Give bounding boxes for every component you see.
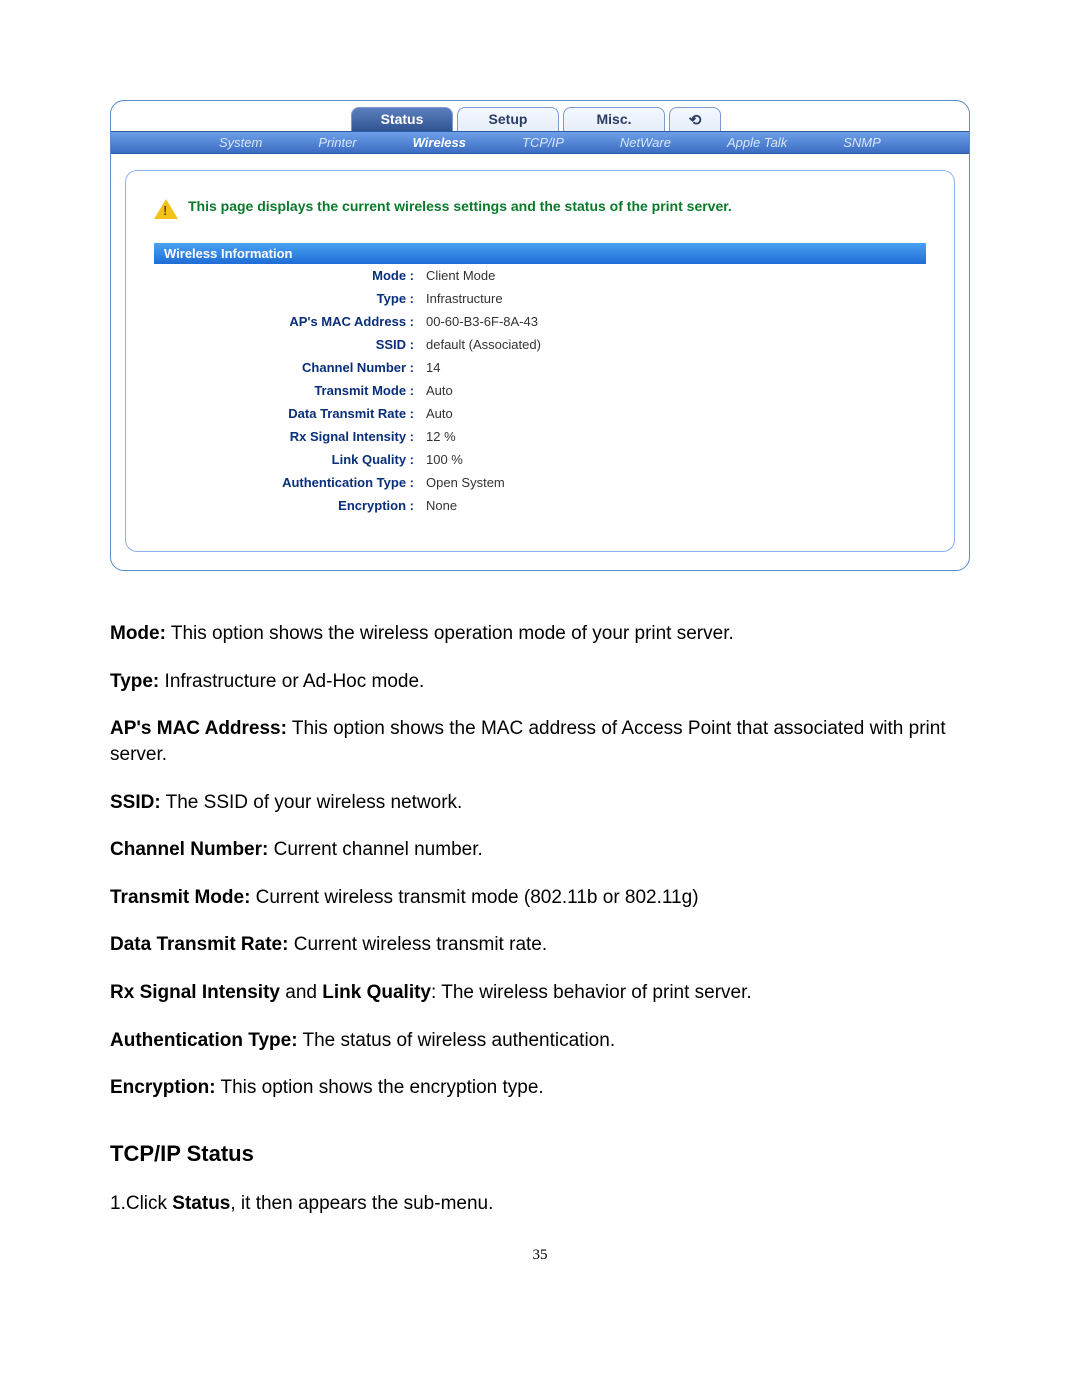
label-type: Type : (154, 287, 420, 310)
para-ssid: SSID: The SSID of your wireless network. (110, 790, 970, 816)
admin-screenshot: Status Setup Misc. ⟲ System Printer Wire… (110, 100, 970, 571)
label-rx-signal: Rx Signal Intensity : (154, 425, 420, 448)
subtab-printer[interactable]: Printer (290, 135, 384, 150)
value-rx-signal: 12 % (420, 425, 926, 448)
value-link-quality: 100 % (420, 448, 926, 471)
subtab-tcpip[interactable]: TCP/IP (494, 135, 592, 150)
value-tx-mode: Auto (420, 379, 926, 402)
row-tx-rate: Data Transmit Rate : Auto (154, 402, 926, 425)
intro-row: ! This page displays the current wireles… (154, 197, 926, 221)
para-tx-rate: Data Transmit Rate: Current wireless tra… (110, 932, 970, 958)
tab-reboot-icon[interactable]: ⟲ (669, 107, 721, 131)
row-mode: Mode : Client Mode (154, 264, 926, 287)
label-mode: Mode : (154, 264, 420, 287)
subtab-appletalk[interactable]: Apple Talk (699, 135, 815, 150)
label-auth-type: Authentication Type : (154, 471, 420, 494)
row-ssid: SSID : default (Associated) (154, 333, 926, 356)
para-type: Type: Infrastructure or Ad-Hoc mode. (110, 669, 970, 695)
tab-setup[interactable]: Setup (457, 107, 559, 131)
row-tx-mode: Transmit Mode : Auto (154, 379, 926, 402)
label-link-quality: Link Quality : (154, 448, 420, 471)
subtab-snmp[interactable]: SNMP (815, 135, 909, 150)
label-channel: Channel Number : (154, 356, 420, 379)
document-body: Mode: This option shows the wireless ope… (110, 621, 970, 1217)
main-tabs: Status Setup Misc. ⟲ (111, 101, 969, 131)
label-tx-rate: Data Transmit Rate : (154, 402, 420, 425)
para-channel: Channel Number: Current channel number. (110, 837, 970, 863)
step-1: 1.Click Status, it then appears the sub-… (110, 1191, 970, 1217)
row-encryption: Encryption : None (154, 494, 926, 517)
subtab-wireless[interactable]: Wireless (385, 135, 494, 150)
tab-status[interactable]: Status (351, 107, 453, 131)
value-auth-type: Open System (420, 471, 926, 494)
intro-text: This page displays the current wireless … (188, 197, 732, 216)
section-header: Wireless Information (154, 243, 926, 264)
value-type: Infrastructure (420, 287, 926, 310)
value-tx-rate: Auto (420, 402, 926, 425)
row-type: Type : Infrastructure (154, 287, 926, 310)
page-number: 35 (110, 1247, 970, 1264)
para-ap-mac: AP's MAC Address: This option shows the … (110, 716, 970, 767)
para-encryption: Encryption: This option shows the encryp… (110, 1075, 970, 1101)
row-link-quality: Link Quality : 100 % (154, 448, 926, 471)
subtab-system[interactable]: System (191, 135, 290, 150)
row-rx-signal: Rx Signal Intensity : 12 % (154, 425, 926, 448)
label-ap-mac: AP's MAC Address : (154, 310, 420, 333)
para-mode: Mode: This option shows the wireless ope… (110, 621, 970, 647)
para-tx-mode: Transmit Mode: Current wireless transmit… (110, 885, 970, 911)
row-auth-type: Authentication Type : Open System (154, 471, 926, 494)
label-encryption: Encryption : (154, 494, 420, 517)
subtab-netware[interactable]: NetWare (592, 135, 699, 150)
sub-tabs: System Printer Wireless TCP/IP NetWare A… (111, 131, 969, 154)
para-auth: Authentication Type: The status of wirel… (110, 1028, 970, 1054)
label-ssid: SSID : (154, 333, 420, 356)
value-encryption: None (420, 494, 926, 517)
wireless-info-table: Mode : Client Mode Type : Infrastructure… (154, 264, 926, 517)
row-channel: Channel Number : 14 (154, 356, 926, 379)
value-ssid: default (Associated) (420, 333, 926, 356)
value-channel: 14 (420, 356, 926, 379)
heading-tcpip-status: TCP/IP Status (110, 1141, 970, 1167)
warning-icon: ! (154, 197, 178, 221)
value-ap-mac: 00-60-B3-6F-8A-43 (420, 310, 926, 333)
label-tx-mode: Transmit Mode : (154, 379, 420, 402)
content-panel: ! This page displays the current wireles… (125, 170, 955, 552)
tab-misc[interactable]: Misc. (563, 107, 665, 131)
row-ap-mac: AP's MAC Address : 00-60-B3-6F-8A-43 (154, 310, 926, 333)
para-rx-link: Rx Signal Intensity and Link Quality: Th… (110, 980, 970, 1006)
value-mode: Client Mode (420, 264, 926, 287)
